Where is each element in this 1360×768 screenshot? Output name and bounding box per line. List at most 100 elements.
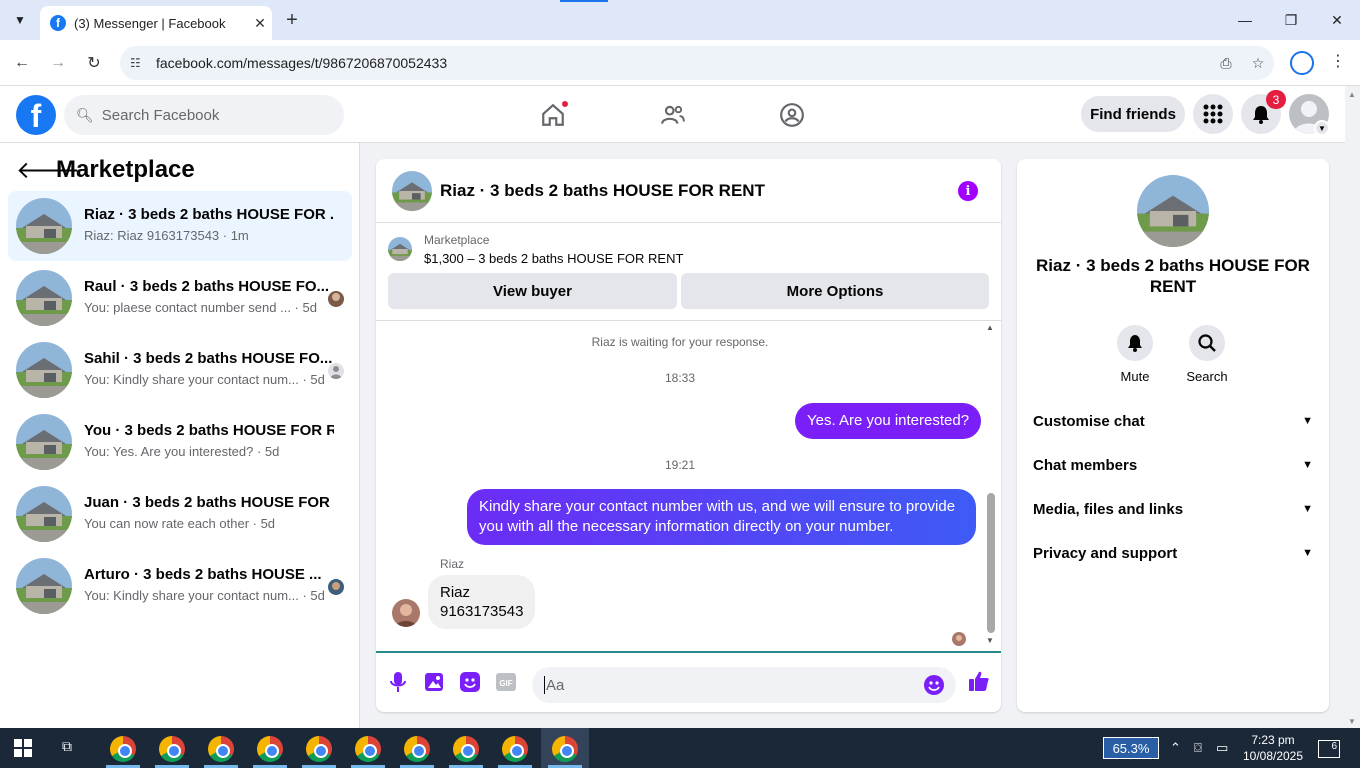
site-info-icon[interactable]: ☷ (130, 56, 148, 70)
house-thumbnail[interactable] (392, 171, 432, 211)
chrome-taskbar-icon[interactable] (110, 736, 136, 762)
facebook-favicon-icon: f (50, 15, 66, 31)
marketplace-label: Marketplace (424, 233, 490, 247)
new-tab-button[interactable]: + (280, 8, 304, 32)
privacy-support-row[interactable]: Privacy and support ▼ (1033, 535, 1313, 571)
text-cursor (544, 676, 545, 694)
friends-nav-icon[interactable] (653, 96, 693, 134)
groups-nav-icon[interactable] (772, 96, 812, 134)
sender-avatar[interactable] (392, 599, 420, 627)
scroll-down-arrow-icon[interactable]: ▼ (1348, 717, 1356, 726)
message-input[interactable]: Aa (532, 667, 956, 703)
marketplace-sidebar: 🡐 Marketplace Riaz · 3 beds 2 baths HOUS… (0, 143, 360, 728)
house-thumbnail (388, 237, 412, 261)
clock-date: 10/08/2025 (1242, 749, 1304, 763)
message-placeholder: Aa (546, 676, 565, 694)
browser-profile-icon[interactable] (1290, 51, 1314, 75)
conversation-preview: You: Kindly share your contact num... · … (84, 588, 325, 603)
message-scrollbar[interactable]: ▲ ▼ (984, 323, 996, 645)
emoji-icon[interactable] (924, 675, 944, 695)
chrome-taskbar-icon[interactable] (208, 736, 234, 762)
scroll-up-arrow-icon[interactable]: ▲ (1348, 90, 1356, 99)
browser-tab-messenger[interactable]: f (3) Messenger | Facebook ✕ (40, 6, 272, 40)
row-label: Media, files and links (1033, 500, 1184, 518)
scrollbar-thumb[interactable] (987, 493, 995, 633)
install-app-icon[interactable]: ⎙ (1210, 55, 1242, 72)
window-close-button[interactable]: ✕ (1314, 0, 1360, 40)
conversation-riaz[interactable]: Riaz · 3 beds 2 baths HOUSE FOR ... Riaz… (8, 191, 352, 261)
media-files-links-row[interactable]: Media, files and links ▼ (1033, 491, 1313, 527)
scroll-up-arrow-icon[interactable]: ▲ (986, 323, 994, 332)
info-icon[interactable]: i (958, 181, 978, 201)
mute-label: Mute (1120, 369, 1150, 384)
page-scrollbar[interactable]: ▲ ▼ (1345, 86, 1360, 728)
chat-members-row[interactable]: Chat members ▼ (1033, 447, 1313, 483)
row-label: Chat members (1033, 456, 1138, 474)
battery-indicator[interactable]: 65.3% (1103, 737, 1159, 759)
maximize-button[interactable]: ❐ (1268, 0, 1314, 40)
meet-now-icon[interactable]: ⌼ (1194, 740, 1202, 756)
conversation-name: Juan · 3 beds 2 baths HOUSE FOR ... (84, 494, 334, 511)
chrome-taskbar-icon[interactable] (306, 736, 332, 762)
conversation-arturo[interactable]: Arturo · 3 beds 2 baths HOUSE ... You: K… (8, 551, 352, 621)
search-placeholder: Search Facebook (101, 106, 220, 124)
facebook-logo[interactable]: f (16, 95, 56, 135)
chrome-taskbar-icon[interactable] (502, 736, 528, 762)
chevron-down-icon: ▼ (1302, 415, 1313, 427)
tray-chevron-up-icon[interactable]: ⌃ (1170, 740, 1181, 756)
customise-chat-row[interactable]: Customise chat ▼ (1033, 403, 1313, 439)
account-chevron-icon[interactable]: ▼ (1314, 120, 1330, 136)
bookmark-star-icon[interactable]: ☆ (1242, 55, 1274, 72)
conversation-raul[interactable]: Raul · 3 beds 2 baths HOUSE FO... You: p… (8, 263, 352, 333)
tab-close-icon[interactable]: ✕ (248, 11, 272, 35)
house-thumbnail (1137, 175, 1209, 247)
photo-icon[interactable] (423, 671, 445, 693)
chrome-taskbar-icon[interactable] (404, 736, 430, 762)
minimize-button[interactable]: — (1222, 0, 1268, 40)
browser-menu-icon[interactable]: ⋮ (1328, 51, 1348, 75)
message-line: Kindly share your contact number with us… (479, 498, 956, 515)
scroll-down-arrow-icon[interactable]: ▼ (986, 636, 994, 645)
task-view-icon[interactable]: ⧉ (62, 738, 82, 758)
house-thumbnail (16, 198, 72, 254)
reload-icon[interactable]: ↻ (82, 51, 106, 75)
more-options-button[interactable]: More Options (681, 273, 989, 309)
view-buyer-button[interactable]: View buyer (388, 273, 677, 309)
chrome-taskbar-icon[interactable] (159, 736, 185, 762)
listing-price-title[interactable]: $1,300 – 3 beds 2 baths HOUSE FOR RENT (424, 251, 683, 266)
microphone-icon[interactable] (387, 671, 409, 693)
conversation-juan[interactable]: Juan · 3 beds 2 baths HOUSE FOR ... You … (8, 479, 352, 549)
incoming-message[interactable]: Riaz 9163173543 (428, 575, 536, 629)
find-friends-button[interactable]: Find friends (1081, 96, 1185, 132)
search-chat-button[interactable]: Search (1177, 325, 1237, 384)
chrome-taskbar-icon[interactable] (453, 736, 479, 762)
svg-text:GIF: GIF (499, 679, 512, 688)
sticker-icon[interactable] (459, 671, 481, 693)
url-text[interactable]: facebook.com/messages/t/9867206870052433 (156, 55, 1210, 71)
tab-search-dropdown-icon[interactable]: ▼ (8, 8, 32, 32)
back-arrow-icon[interactable]: ← (10, 51, 34, 75)
network-icon[interactable]: ▭ (1216, 740, 1228, 756)
system-clock[interactable]: 7:23 pm 10/08/2025 (1238, 732, 1308, 764)
mute-button[interactable]: Mute (1105, 325, 1165, 384)
facebook-search-input[interactable]: 🔍︎ Search Facebook (64, 95, 344, 135)
browser-toolbar: ← → ↻ ☷ facebook.com/messages/t/98672068… (0, 40, 1360, 86)
read-receipt-avatar (952, 632, 966, 646)
forward-arrow-icon[interactable]: → (46, 51, 70, 75)
chat-title[interactable]: Riaz · 3 beds 2 baths HOUSE FOR RENT (440, 181, 765, 201)
address-bar[interactable]: ☷ facebook.com/messages/t/98672068700524… (120, 46, 1274, 80)
conversation-preview: You can now rate each other · 5d (84, 516, 276, 531)
back-arrow-icon[interactable]: 🡐 (16, 155, 80, 185)
menu-grid-icon[interactable] (1193, 94, 1233, 134)
outgoing-message[interactable]: Kindly share your contact number with us… (467, 489, 976, 545)
outgoing-message[interactable]: Yes. Are you interested? (795, 403, 982, 439)
windows-start-icon[interactable] (14, 739, 32, 757)
thumbs-up-icon[interactable] (967, 669, 991, 693)
chrome-taskbar-icon[interactable] (355, 736, 381, 762)
chrome-taskbar-icon-active[interactable] (552, 736, 578, 762)
chrome-taskbar-icon[interactable] (257, 736, 283, 762)
conversation-sahil[interactable]: Sahil · 3 beds 2 baths HOUSE FO... You: … (8, 335, 352, 405)
conversation-you[interactable]: You · 3 beds 2 baths HOUSE FOR R... You:… (8, 407, 352, 477)
gif-icon[interactable]: GIF (495, 671, 517, 693)
action-center-icon[interactable]: 6 (1318, 740, 1340, 758)
